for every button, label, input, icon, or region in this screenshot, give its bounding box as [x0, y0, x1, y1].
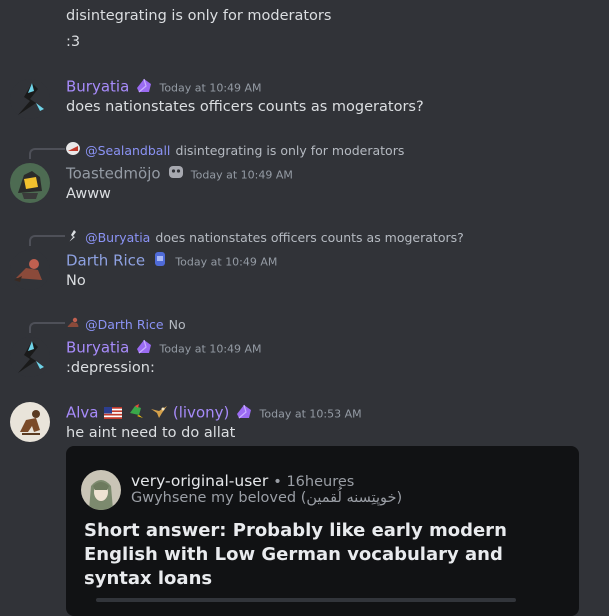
message-header: Toastedmöjo Today at 10:49 AM: [66, 163, 293, 185]
image-attachment[interactable]: very-original-user • 16heures Gwyhsene m…: [66, 446, 579, 616]
post-age: • 16heures: [273, 474, 355, 490]
message-text: he aint need to do allat: [66, 425, 236, 441]
author-name[interactable]: Buryatia: [66, 339, 129, 357]
user-avatar[interactable]: [10, 79, 50, 119]
reply-mention[interactable]: @Darth Rice: [85, 317, 163, 332]
reply-mention[interactable]: @Buryatia: [85, 230, 150, 245]
author-name[interactable]: Buryatia: [66, 78, 129, 96]
buryatia-avatar-icon: [10, 337, 50, 377]
poster-avatar: [81, 470, 121, 510]
user-avatar[interactable]: [10, 402, 50, 442]
purple-crystal-badge-icon: [134, 337, 154, 359]
post-body: Short answer: Probably like early modern…: [84, 520, 507, 589]
timestamp: Today at 10:49 AM: [159, 342, 262, 356]
timestamp: Today at 10:49 AM: [159, 81, 262, 95]
author-name[interactable]: Darth Rice: [66, 252, 145, 270]
reply-spine: [29, 322, 65, 333]
purple-crystal-badge-icon: [134, 76, 154, 98]
message-header: Darth Rice Today at 10:49 AM: [66, 250, 277, 272]
reply-text: No: [168, 317, 186, 332]
poster-line: very-original-user • 16heures: [131, 471, 354, 490]
author-name[interactable]: Alva: [66, 404, 99, 422]
timestamp: Today at 10:49 AM: [175, 255, 278, 269]
cut-off-text-line: [96, 598, 516, 602]
blue-jar-badge-icon: [150, 250, 170, 272]
reply-text: disintegrating is only for moderators: [175, 143, 405, 158]
message-text: No: [66, 273, 86, 289]
reply-preview[interactable]: @Buryatia does nationstates officers cou…: [66, 227, 464, 246]
poster-subtitle: Gwyhsene my beloved (خوپتِسنه لُقمین): [131, 490, 403, 506]
message-header: Alva (livony) Today at 10:53 AM: [66, 402, 362, 424]
eagle-emoji-icon: [150, 403, 168, 423]
reply-spine: [29, 148, 65, 159]
darth-rice-avatar-icon: [10, 250, 50, 290]
author-nickname[interactable]: (livony): [173, 404, 229, 422]
mask-badge-icon: [166, 163, 186, 185]
message-text: does nationstates officers counts as mog…: [66, 99, 424, 115]
sealandball-avatar-icon: [66, 141, 80, 155]
user-avatar[interactable]: [10, 163, 50, 203]
message-text: Awww: [66, 186, 111, 202]
reply-mention[interactable]: @Sealandball: [85, 143, 170, 158]
purple-crystal-badge-icon: [234, 402, 254, 424]
us-flag-icon: [103, 404, 122, 423]
message-text: :depression:: [66, 360, 155, 376]
message-text: disintegrating is only for moderators: [66, 8, 332, 24]
reply-preview[interactable]: @Darth Rice No: [66, 314, 186, 333]
poster-name: very-original-user: [131, 472, 269, 490]
message-header: Buryatia Today at 10:49 AM: [66, 337, 262, 359]
alva-avatar-icon: [10, 402, 50, 442]
toastedmojo-avatar-icon: [10, 163, 50, 203]
reply-preview[interactable]: @Sealandball disintegrating is only for …: [66, 140, 404, 159]
user-avatar[interactable]: [10, 250, 50, 290]
buryatia-mini-avatar-icon: [66, 228, 80, 242]
timestamp: Today at 10:49 AM: [190, 168, 293, 182]
anime-avatar-icon: [81, 470, 121, 510]
reply-text: does nationstates officers counts as mog…: [155, 230, 464, 245]
timestamp: Today at 10:53 AM: [259, 407, 362, 421]
message-header: Buryatia Today at 10:49 AM: [66, 76, 262, 98]
message-text: :3: [66, 34, 81, 50]
author-name[interactable]: Toastedmöjo: [66, 165, 161, 183]
darth-rice-mini-avatar-icon: [66, 315, 80, 329]
user-avatar[interactable]: [10, 337, 50, 377]
parrot-emoji-icon: [127, 403, 145, 423]
reply-spine: [29, 235, 65, 246]
buryatia-avatar-icon: [10, 79, 50, 119]
